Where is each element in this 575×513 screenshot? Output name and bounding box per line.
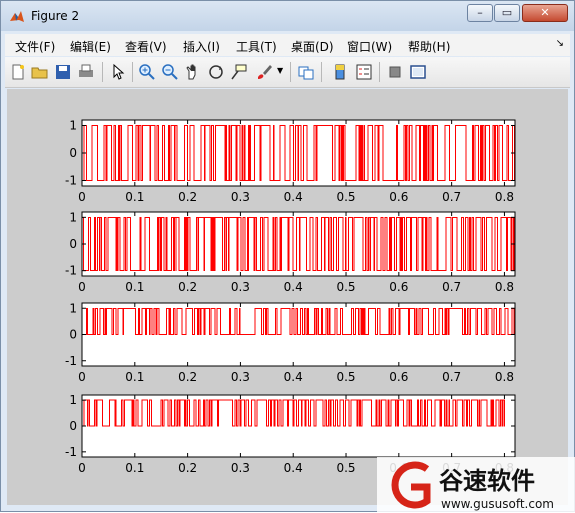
- x-tick-label: 0.3: [231, 190, 250, 204]
- hide-plot-tools-icon[interactable]: [386, 63, 404, 81]
- watermark-brand: 谷速软件: [439, 467, 535, 495]
- x-tick-label: 0.2: [178, 190, 197, 204]
- menu-file[interactable]: 文件(F): [15, 38, 55, 55]
- y-tick-label: 1: [69, 301, 77, 315]
- dock-arrow-icon[interactable]: ↘: [556, 38, 564, 49]
- figure-canvas: 0 0.1 0.2 0.3 0.4 0.5 0.6 0.7 0.8 -1 0 1 0 0.1 0.2 0.3 0…: [7, 89, 568, 505]
- x-tick-label: 0.6: [389, 280, 408, 294]
- x-tick-label: 0.1: [125, 370, 144, 384]
- matlab-icon: [10, 11, 24, 22]
- pan-icon[interactable]: [184, 63, 202, 81]
- x-tick-label: 0.7: [442, 280, 461, 294]
- menu-edit[interactable]: 编辑(E): [70, 38, 111, 55]
- x-tick-label: 0.5: [336, 280, 355, 294]
- x-tick-label: 0.4: [284, 190, 303, 204]
- y-tick-label: 0: [69, 237, 77, 251]
- brush-dropdown-icon[interactable]: ▼: [277, 66, 285, 84]
- x-tick-label: 0.2: [178, 280, 197, 294]
- y-tick-label: -1: [65, 264, 77, 278]
- new-figure-icon[interactable]: [9, 63, 27, 81]
- arrow-icon[interactable]: [109, 63, 127, 81]
- menu-insert[interactable]: 插入(I): [183, 38, 220, 55]
- x-tick-label: 0: [78, 370, 86, 384]
- save-icon[interactable]: [54, 63, 72, 81]
- figure-window: Figure 2 – ▭ ✕ 文件(F) 编辑(E) 查看(V) 插入(I) 工…: [0, 0, 575, 513]
- show-plot-tools-icon[interactable]: [409, 63, 427, 81]
- x-tick-label: 0.3: [231, 280, 250, 294]
- menu-tools[interactable]: 工具(T): [236, 38, 277, 55]
- x-tick-label: 0.1: [125, 461, 144, 475]
- brush-icon[interactable]: [255, 63, 273, 81]
- menu-bar: 文件(F) 编辑(E) 查看(V) 插入(I) 工具(T) 桌面(D) 窗口(W…: [5, 34, 570, 56]
- open-file-icon[interactable]: [31, 63, 49, 81]
- y-tick-label: -1: [65, 174, 77, 188]
- toolbar: ▼: [5, 57, 570, 88]
- x-tick-label: 0.8: [495, 190, 514, 204]
- axes-2-background: [82, 212, 515, 276]
- plots-area: 0 0.1 0.2 0.3 0.4 0.5 0.6 0.7 0.8-1010 0.1 0.2 0.3 0…: [65, 119, 516, 475]
- x-tick-label: 0.6: [389, 370, 408, 384]
- x-tick-label: 0.4: [284, 280, 303, 294]
- zoom-out-icon[interactable]: [161, 63, 179, 81]
- window-title: Figure 2: [31, 9, 80, 23]
- x-tick-label: 0.7: [442, 190, 461, 204]
- toolbar-separator: [379, 62, 380, 82]
- toolbar-separator: [290, 62, 291, 82]
- x-tick-label: 0.3: [231, 461, 250, 475]
- menu-desktop[interactable]: 桌面(D): [291, 38, 334, 55]
- x-tick-label: 0.5: [336, 370, 355, 384]
- x-tick-label: 0.5: [336, 461, 355, 475]
- x-tick-label: 0.2: [178, 370, 197, 384]
- y-tick-label: 0: [69, 146, 77, 160]
- maximize-button[interactable]: ▭: [494, 4, 520, 22]
- title-bar[interactable]: Figure 2 – ▭ ✕: [1, 1, 574, 31]
- close-button[interactable]: ✕: [522, 4, 568, 22]
- watermark-logo: 谷速软件 www.gususoft.com: [377, 457, 575, 513]
- minimize-button[interactable]: –: [467, 4, 493, 22]
- colorbar-icon[interactable]: [331, 63, 349, 81]
- menu-window[interactable]: 窗口(W): [347, 38, 392, 55]
- menu-view[interactable]: 查看(V): [125, 38, 167, 55]
- watermark-url: www.gususoft.com: [441, 497, 554, 511]
- x-tick-label: 0.4: [284, 370, 303, 384]
- x-tick-label: 0.3: [231, 370, 250, 384]
- x-tick-label: 0.4: [284, 461, 303, 475]
- x-tick-label: 0: [78, 461, 86, 475]
- y-tick-label: 0: [69, 419, 77, 433]
- toolbar-separator: [132, 62, 133, 82]
- link-plot-icon[interactable]: [297, 63, 315, 81]
- x-tick-label: 0.5: [336, 190, 355, 204]
- toolbar-separator: [102, 62, 103, 82]
- rotate-3d-icon[interactable]: [207, 63, 225, 81]
- y-tick-label: -1: [65, 445, 77, 459]
- print-icon[interactable]: [77, 63, 95, 81]
- x-tick-label: 0: [78, 280, 86, 294]
- y-tick-label: 1: [69, 393, 77, 407]
- x-tick-label: 0.1: [125, 280, 144, 294]
- x-tick-label: 0.8: [495, 370, 514, 384]
- x-tick-label: 0: [78, 190, 86, 204]
- menu-help[interactable]: 帮助(H): [408, 38, 450, 55]
- zoom-in-icon[interactable]: [138, 63, 156, 81]
- data-cursor-icon[interactable]: [230, 63, 248, 81]
- x-tick-label: 0.6: [389, 190, 408, 204]
- legend-icon[interactable]: [355, 63, 373, 81]
- y-tick-label: 1: [69, 210, 77, 224]
- x-tick-label: 0.7: [442, 370, 461, 384]
- y-tick-label: 1: [69, 119, 77, 133]
- x-tick-label: 0.1: [125, 190, 144, 204]
- y-tick-label: -1: [65, 354, 77, 368]
- toolbar-separator: [321, 62, 322, 82]
- x-tick-label: 0.2: [178, 461, 197, 475]
- x-tick-label: 0.8: [495, 280, 514, 294]
- y-tick-label: 0: [69, 328, 77, 342]
